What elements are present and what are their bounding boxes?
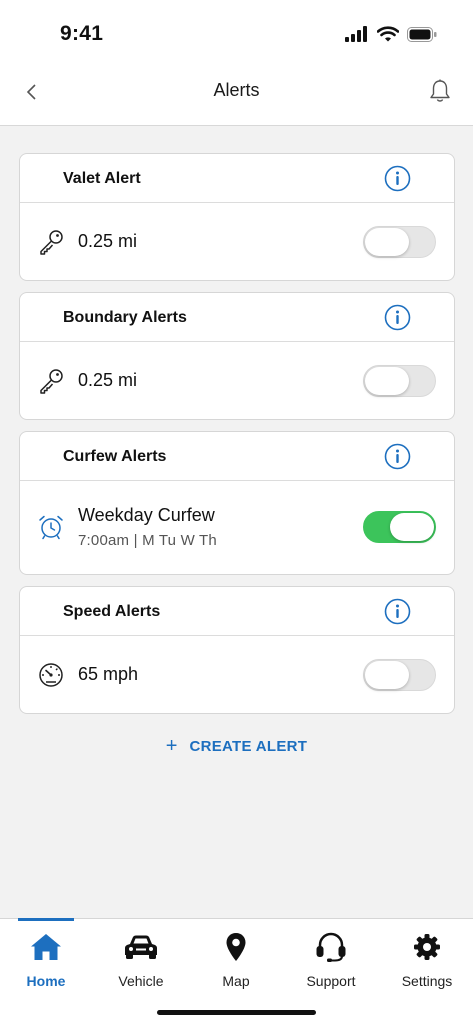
alerts-screen: 9:41 Alerts Valet Alert 0.25 mi Boundary…: [0, 0, 473, 1024]
alerts-list: Valet Alert 0.25 mi Boundary Alerts 0.25…: [19, 153, 455, 725]
wifi-icon: [377, 26, 399, 42]
tab-settings[interactable]: Settings: [387, 931, 467, 989]
plus-icon: +: [165, 735, 178, 757]
valet-alert-card: Valet Alert 0.25 mi: [19, 153, 455, 281]
header: Alerts: [0, 62, 473, 126]
tab-home[interactable]: Home: [6, 931, 86, 989]
tab-label: Map: [222, 973, 250, 989]
card-header: Curfew Alerts: [20, 432, 454, 481]
info-icon[interactable]: [384, 304, 411, 331]
tab-support[interactable]: Support: [291, 931, 371, 989]
create-alert-button[interactable]: + CREATE ALERT: [0, 736, 473, 756]
tab-bar: Home Vehicle Map Support Settings: [0, 918, 473, 1024]
home-indicator: [157, 1010, 316, 1015]
signal-icon: [345, 26, 367, 42]
card-header: Speed Alerts: [20, 587, 454, 636]
curfew-alerts-card: Curfew Alerts Weekday Curfew 7:00am | M …: [19, 431, 455, 575]
card-title: Curfew Alerts: [63, 448, 167, 465]
card-title: Valet Alert: [63, 170, 141, 187]
toggle-knob: [365, 661, 409, 689]
tab-label: Settings: [401, 973, 453, 989]
card-body: 65 mph: [20, 636, 454, 713]
boundary-alert-toggle[interactable]: [363, 365, 436, 397]
card-body: 0.25 mi: [20, 342, 454, 419]
create-alert-label: CREATE ALERT: [189, 737, 308, 755]
boundary-alerts-card: Boundary Alerts 0.25 mi: [19, 292, 455, 420]
curfew-alert-toggle[interactable]: [363, 511, 436, 543]
battery-icon: [407, 26, 437, 42]
car-icon: [125, 935, 157, 959]
home-icon: [31, 934, 61, 960]
tab-vehicle[interactable]: Vehicle: [101, 931, 181, 989]
alert-value: 65 mph: [78, 664, 139, 684]
card-header: Valet Alert: [20, 154, 454, 203]
status-icons: [345, 26, 437, 42]
card-title: Speed Alerts: [63, 603, 161, 620]
key-icon: [40, 230, 63, 255]
alert-value: 0.25 mi: [78, 370, 138, 390]
alert-value: 0.25 mi: [78, 231, 138, 251]
speed-alert-toggle[interactable]: [363, 659, 436, 691]
key-icon: [40, 369, 63, 394]
speedometer-icon: [39, 663, 63, 687]
toggle-knob: [390, 513, 434, 541]
info-icon[interactable]: [384, 165, 411, 192]
tab-label: Vehicle: [118, 973, 164, 989]
speed-alerts-card: Speed Alerts 65 mph: [19, 586, 455, 714]
toggle-knob: [365, 228, 409, 256]
tab-label: Support: [306, 973, 356, 989]
info-icon[interactable]: [384, 443, 411, 470]
card-header: Boundary Alerts: [20, 293, 454, 342]
alert-value: Weekday Curfew: [78, 505, 215, 525]
toggle-knob: [365, 367, 409, 395]
card-body: 0.25 mi: [20, 203, 454, 280]
alarm-clock-icon: [39, 515, 63, 540]
alert-schedule: 7:00am | M Tu W Th: [78, 532, 217, 549]
gear-icon: [414, 934, 440, 960]
status-time: 9:41: [60, 22, 104, 45]
card-body: Weekday Curfew 7:00am | M Tu W Th: [20, 481, 454, 574]
valet-alert-toggle[interactable]: [363, 226, 436, 258]
page-title: Alerts: [213, 80, 260, 100]
card-title: Boundary Alerts: [63, 309, 187, 326]
headset-icon: [316, 932, 346, 962]
info-icon[interactable]: [384, 598, 411, 625]
tab-map[interactable]: Map: [196, 931, 276, 989]
status-bar: 9:41: [0, 0, 473, 62]
bell-icon: [430, 79, 450, 102]
tab-label: Home: [26, 973, 66, 989]
notifications-button[interactable]: [425, 76, 455, 106]
map-pin-icon: [226, 933, 246, 961]
active-tab-indicator: [18, 918, 74, 921]
